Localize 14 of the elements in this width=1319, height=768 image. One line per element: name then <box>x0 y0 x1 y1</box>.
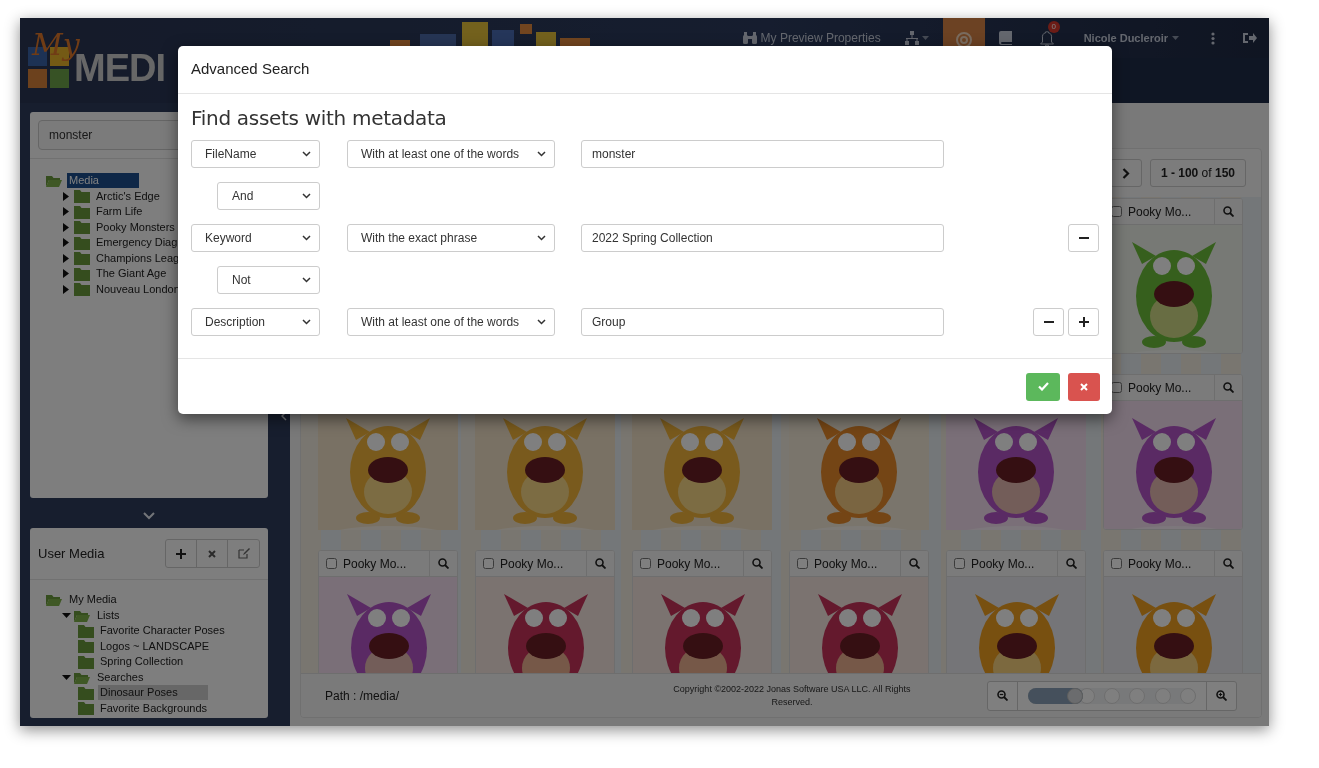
card-title: Pooky Mo... <box>971 555 1036 573</box>
path-label: Path : /media/ <box>325 687 401 705</box>
copyright-text: Copyright ©2002-2022 Jonas Software USA LLC. All Rights Reserved. <box>672 682 912 709</box>
card-title: Pooky Mo... <box>657 555 722 573</box>
panel-title: User Media <box>38 544 105 563</box>
page-range: 1 - 100 of 150 <box>1149 159 1246 187</box>
card-title: Pooky Mo... <box>1128 555 1193 573</box>
card-title: Pooky Mo... <box>343 555 408 573</box>
card-title: Pooky Mo... <box>500 555 565 573</box>
card-title: Pooky Mo... <box>1128 379 1193 397</box>
card-title: Pooky Mo... <box>1128 203 1193 221</box>
notification-badge: 0 <box>1047 20 1060 33</box>
dialog-title: Advanced Search <box>191 59 310 80</box>
card-title: Pooky Mo... <box>814 555 879 573</box>
